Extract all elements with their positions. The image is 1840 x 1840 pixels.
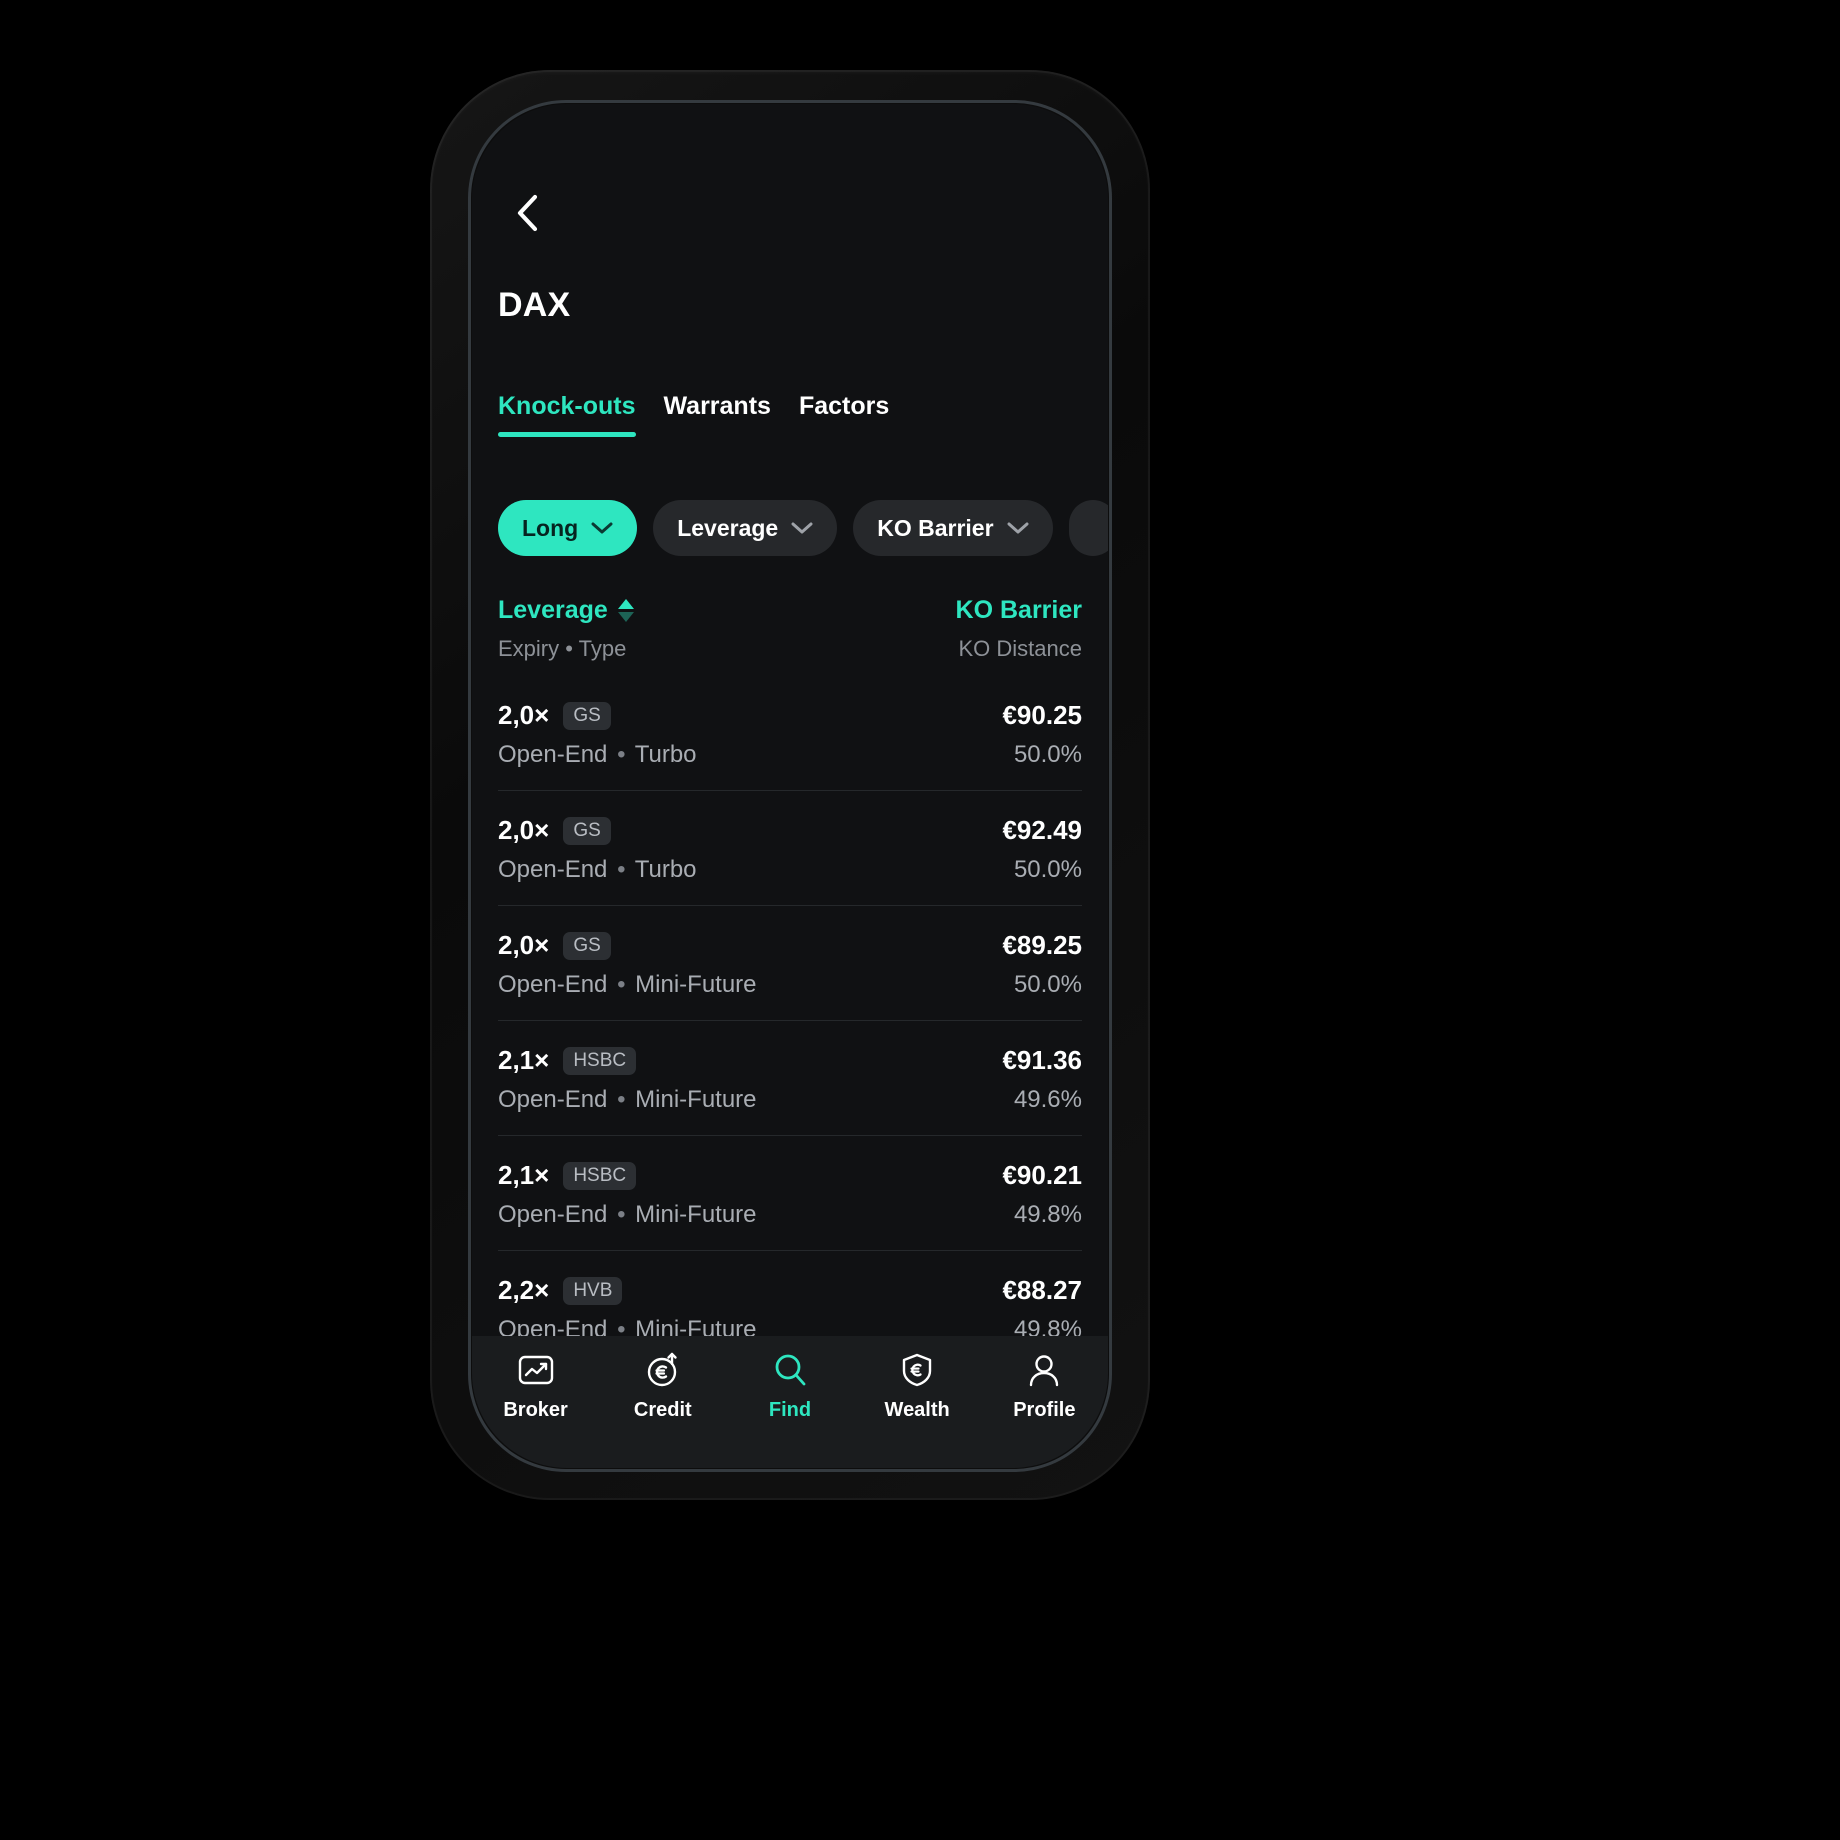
phone-screen: DAX Knock-outs Warrants Factors Long Lev… — [472, 104, 1108, 1468]
app-root: DAX Knock-outs Warrants Factors Long Lev… — [472, 104, 1108, 1468]
tab-warrants[interactable]: Warrants — [664, 392, 771, 437]
row-leverage: 2,1× — [498, 1045, 550, 1075]
row-issuer-badge: HVB — [563, 1276, 623, 1305]
column-headers: Leverage KO Barrier Expiry • Type KO Dis… — [498, 596, 1082, 662]
search-icon — [775, 1354, 806, 1386]
row-ko-barrier: €88.27 — [1002, 1275, 1082, 1305]
credit-euro-icon — [647, 1352, 677, 1387]
row-expiry: Open-End — [498, 971, 608, 998]
filter-pill-row[interactable]: Long Leverage KO Barrier — [498, 500, 1108, 556]
row-expiry: Open-End — [498, 856, 608, 883]
back-button[interactable] — [498, 184, 556, 242]
table-row[interactable]: 2,0× GS Open-End • Turbo €90.25 50.0% — [498, 676, 1082, 791]
separator-dot: • — [617, 1086, 626, 1113]
row-ko-distance: 50.0% — [1013, 856, 1082, 883]
row-ko-barrier: €90.21 — [1002, 1160, 1082, 1190]
row-type: Turbo — [634, 856, 697, 883]
row-leverage: 2,0× — [498, 815, 550, 845]
row-issuer-badge: HSBC — [563, 1046, 637, 1075]
filter-pill-overflow[interactable] — [1068, 500, 1108, 556]
page-title: DAX — [498, 286, 571, 324]
row-issuer-badge: GS — [563, 701, 611, 730]
row-issuer-badge: HSBC — [563, 1161, 637, 1190]
table-row[interactable]: 2,0× GS Open-End • Turbo €92.49 50.0% — [498, 791, 1082, 906]
row-type: Mini-Future — [635, 1201, 757, 1228]
filter-pill-label: Leverage — [677, 514, 779, 541]
sort-leverage-button[interactable]: Leverage — [498, 596, 634, 625]
row-leverage: 2,1× — [498, 1160, 550, 1190]
nav-label: Find — [768, 1399, 812, 1421]
row-type: Turbo — [634, 741, 697, 768]
row-expiry: Open-End — [498, 1086, 608, 1113]
sort-ascending-icon — [617, 599, 634, 622]
nav-item-profile[interactable]: Profile — [989, 1350, 1099, 1422]
column-subheader-expiry-type: Expiry • Type — [498, 636, 627, 661]
nav-item-credit[interactable]: Credit — [608, 1350, 718, 1422]
chevron-down-icon — [791, 522, 813, 534]
column-subheader-ko-distance: KO Distance — [958, 636, 1083, 661]
row-expiry: Open-End — [498, 1201, 608, 1228]
chevron-down-icon — [1007, 522, 1029, 534]
tab-label: Knock-outs — [498, 392, 636, 420]
chevron-down-icon — [591, 522, 613, 534]
nav-label: Wealth — [884, 1399, 950, 1421]
row-leverage: 2,0× — [498, 930, 550, 960]
screenshot-canvas: DAX Knock-outs Warrants Factors Long Lev… — [0, 0, 1840, 1840]
table-row[interactable]: 2,1× HSBC Open-End • Mini-Future €90.21 … — [498, 1136, 1082, 1251]
row-expiry: Open-End — [498, 741, 608, 768]
filter-pill-leverage[interactable]: Leverage — [653, 500, 838, 556]
column-header-ko-barrier[interactable]: KO Barrier — [956, 596, 1082, 625]
separator-dot: • — [617, 741, 626, 768]
row-type: Mini-Future — [635, 1086, 757, 1113]
bottom-navigation: Broker Credit Find Wealth Profile — [472, 1336, 1108, 1468]
row-ko-barrier: €90.25 — [1002, 700, 1082, 730]
nav-label: Broker — [503, 1399, 568, 1421]
row-ko-distance: 49.8% — [1013, 1201, 1082, 1228]
separator-dot: • — [617, 1201, 626, 1228]
row-ko-barrier: €91.36 — [1002, 1045, 1082, 1075]
table-row[interactable]: 2,1× HSBC Open-End • Mini-Future €91.36 … — [498, 1021, 1082, 1136]
separator-dot: • — [617, 856, 626, 883]
row-type: Mini-Future — [635, 971, 757, 998]
row-ko-barrier: €89.25 — [1002, 930, 1082, 960]
row-issuer-badge: GS — [563, 931, 611, 960]
filter-pill-ko-barrier[interactable]: KO Barrier — [853, 500, 1053, 556]
column-header-leverage: Leverage — [498, 596, 608, 624]
separator-dot: • — [617, 971, 626, 998]
row-ko-barrier: €92.49 — [1002, 815, 1082, 845]
person-icon — [1030, 1355, 1059, 1387]
tab-bar: Knock-outs Warrants Factors — [498, 392, 889, 437]
chevron-left-icon — [517, 194, 538, 232]
filter-pill-label: KO Barrier — [877, 514, 994, 541]
row-leverage: 2,0× — [498, 700, 550, 730]
row-ko-distance: 49.6% — [1013, 1086, 1082, 1113]
tab-label: Factors — [798, 392, 890, 420]
filter-pill-label: Long — [522, 514, 579, 541]
tab-label: Warrants — [663, 392, 771, 420]
chart-line-icon — [518, 1355, 553, 1385]
row-issuer-badge: GS — [563, 816, 611, 845]
filter-pill-long[interactable]: Long — [498, 500, 638, 556]
nav-item-broker[interactable]: Broker — [481, 1350, 591, 1422]
nav-item-find[interactable]: Find — [735, 1350, 845, 1422]
table-row[interactable]: 2,0× GS Open-End • Mini-Future €89.25 50… — [498, 906, 1082, 1021]
tab-knock-outs[interactable]: Knock-outs — [498, 392, 636, 437]
nav-item-wealth[interactable]: Wealth — [862, 1350, 972, 1422]
row-leverage: 2,2× — [498, 1275, 550, 1305]
row-ko-distance: 50.0% — [1013, 741, 1082, 768]
euro-tag-icon — [902, 1353, 932, 1387]
nav-label: Credit — [633, 1399, 692, 1421]
nav-label: Profile — [1013, 1399, 1076, 1421]
row-ko-distance: 50.0% — [1013, 971, 1082, 998]
tab-factors[interactable]: Factors — [799, 392, 889, 437]
